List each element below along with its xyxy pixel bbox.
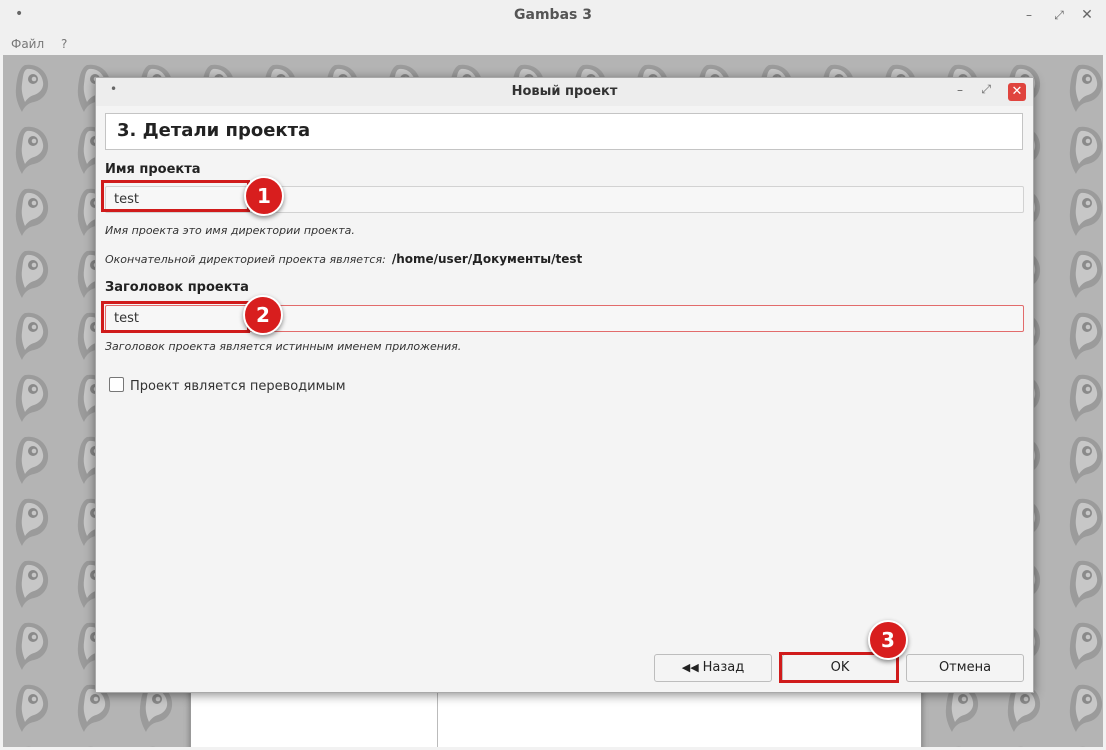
dialog-close-button[interactable]: ✕: [1008, 83, 1026, 101]
translatable-label: Проект является переводимым: [130, 379, 346, 394]
dialog-maximize-icon[interactable]: ⤢: [981, 82, 991, 97]
menu-file[interactable]: Файл: [11, 37, 44, 51]
back-arrow-icon: ◀◀: [681, 661, 699, 674]
final-directory-label: Окончательной директорией проекта являет…: [105, 253, 386, 266]
project-title-hint: Заголовок проекта является истинным имен…: [105, 340, 462, 353]
minimize-icon[interactable]: –: [1020, 6, 1038, 24]
annotation-frame-2: [101, 301, 250, 333]
step-header: 3. Детали проекта: [105, 113, 1023, 150]
new-project-dialog: • Новый проект – ⤢ ✕ 3. Детали проекта И…: [95, 77, 1034, 693]
dialog-titlebar: • Новый проект – ⤢ ✕: [96, 78, 1033, 106]
dialog-minimize-icon[interactable]: –: [957, 83, 963, 97]
back-button-label: Назад: [702, 660, 745, 675]
restore-icon[interactable]: ⤢: [1050, 6, 1068, 24]
translatable-row[interactable]: Проект является переводимым: [109, 377, 346, 394]
step-title: 3. Детали проекта: [117, 120, 311, 141]
final-directory-path: /home/user/Документы/test: [391, 252, 583, 266]
annotation-marker-1: 1: [244, 176, 284, 216]
close-icon[interactable]: ✕: [1078, 6, 1096, 24]
final-directory-row: Окончательной директорией проекта являет…: [105, 252, 582, 266]
translatable-checkbox[interactable]: [109, 377, 124, 392]
main-window-title: Gambas 3: [514, 7, 592, 23]
dialog-title: Новый проект: [511, 84, 618, 99]
background-window-divider: [437, 686, 438, 747]
main-titlebar: • Gambas 3 – ⤢ ✕: [0, 0, 1106, 34]
cancel-button[interactable]: Отмена: [906, 654, 1024, 682]
project-name-label: Имя проекта: [105, 162, 201, 177]
annotation-marker-3: 3: [868, 620, 908, 660]
annotation-frame-1: [101, 180, 250, 212]
project-name-hint: Имя проекта это имя директории проекта.: [105, 224, 355, 237]
project-title-label: Заголовок проекта: [105, 280, 249, 295]
menubar: Файл ?: [0, 33, 1106, 55]
menu-help[interactable]: ?: [61, 37, 67, 51]
annotation-marker-2: 2: [243, 295, 283, 335]
background-window: [190, 685, 922, 747]
back-button[interactable]: ◀◀ Назад: [654, 654, 772, 682]
